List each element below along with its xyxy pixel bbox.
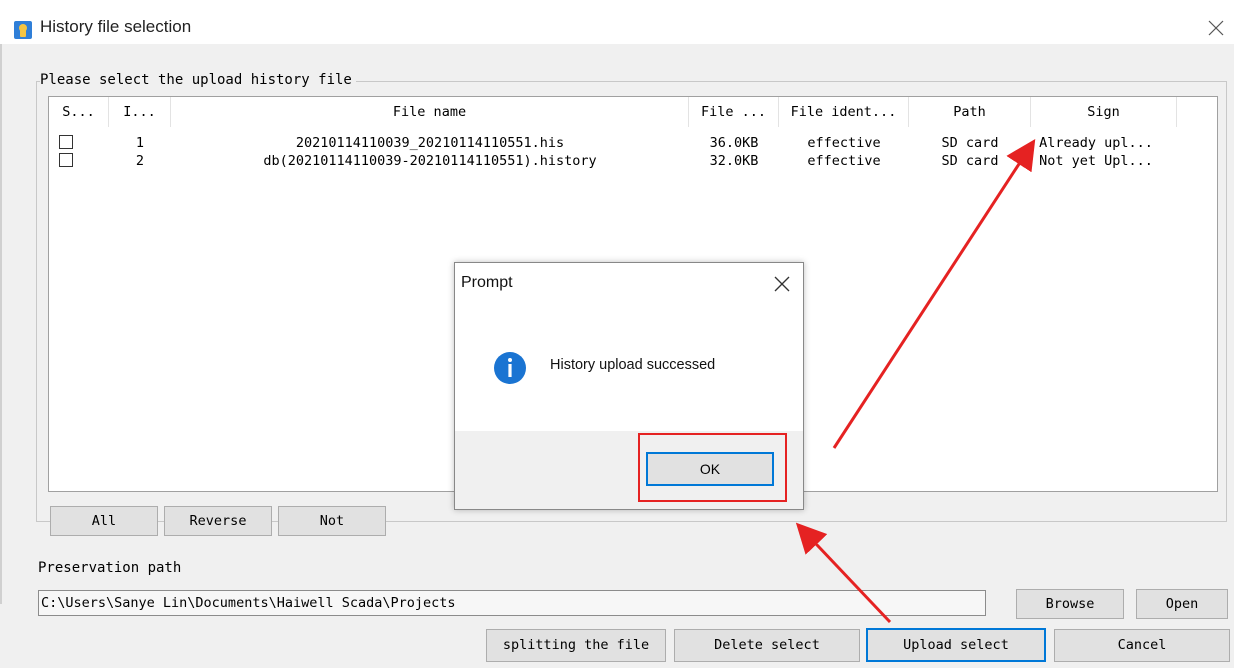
row-file-size: 32.0KB <box>709 153 759 169</box>
row-file-identity: effective <box>807 153 881 169</box>
split-file-button[interactable]: splitting the file <box>486 629 666 662</box>
row-sign: Not yet Upl... <box>1039 153 1153 169</box>
preservation-path-label: Preservation path <box>38 560 182 576</box>
column-header-select[interactable]: S... <box>49 97 109 127</box>
column-header-index[interactable]: I... <box>109 97 171 127</box>
group-frame-right <box>1226 81 1227 521</box>
delete-select-button[interactable]: Delete select <box>674 629 860 662</box>
cancel-button[interactable]: Cancel <box>1054 629 1230 662</box>
select-all-button[interactable]: All <box>50 506 158 536</box>
preservation-path-input[interactable]: C:\Users\Sanye Lin\Documents\Haiwell Sca… <box>38 590 986 616</box>
reverse-selection-button[interactable]: Reverse <box>164 506 272 536</box>
row-index: 1 <box>135 135 145 151</box>
window-left-edge <box>0 44 2 604</box>
info-icon <box>494 352 526 384</box>
prompt-title: Prompt <box>461 274 513 291</box>
column-header-file-identity[interactable]: File ident... <box>779 97 909 127</box>
group-label: Please select the upload history file <box>40 72 356 88</box>
browse-button[interactable]: Browse <box>1016 589 1124 619</box>
row-index: 2 <box>135 153 145 169</box>
app-hand-icon <box>14 21 32 39</box>
close-icon[interactable] <box>771 273 793 295</box>
upload-select-button[interactable]: Upload select <box>866 628 1046 662</box>
window-title: History file selection <box>40 17 192 36</box>
select-none-button[interactable]: Not <box>278 506 386 536</box>
row-sign: Already upl... <box>1039 135 1153 151</box>
group-frame-left <box>36 81 37 521</box>
row-checkbox[interactable] <box>59 135 73 149</box>
row-file-name: 20210114110039_20210114110551.his <box>295 135 565 151</box>
row-checkbox[interactable] <box>59 153 73 167</box>
column-header-sign[interactable]: Sign <box>1031 97 1177 127</box>
column-header-file-name[interactable]: File name <box>171 97 689 127</box>
close-icon[interactable] <box>1204 16 1228 40</box>
row-path: SD card <box>941 135 999 151</box>
row-file-identity: effective <box>807 135 881 151</box>
open-button[interactable]: Open <box>1136 589 1228 619</box>
ok-highlight-annotation <box>638 433 787 502</box>
row-file-name: db(20210114110039-20210114110551).histor… <box>263 153 597 169</box>
prompt-message: History upload successed <box>550 357 716 373</box>
column-header-path[interactable]: Path <box>909 97 1031 127</box>
row-path: SD card <box>941 153 999 169</box>
row-file-size: 36.0KB <box>709 135 759 151</box>
column-header-file-size[interactable]: File ... <box>689 97 779 127</box>
